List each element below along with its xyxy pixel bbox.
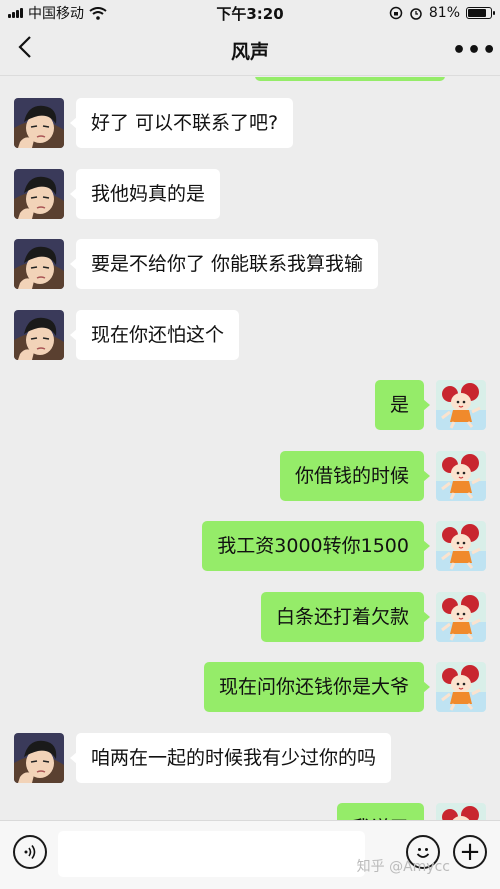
my-avatar[interactable] — [436, 803, 486, 820]
watermark: 知乎 @Amycc — [356, 859, 450, 875]
contact-avatar[interactable] — [14, 732, 64, 783]
status-left: 中国移动 — [8, 3, 188, 23]
sent-bubble[interactable]: 我说了 — [336, 803, 424, 820]
more-dots-icon: ••• — [451, 38, 498, 63]
chat-title: 风声 — [230, 41, 269, 63]
chevron-left-icon — [18, 36, 31, 58]
sent-bubble[interactable]: 现在问你还钱你是大爷 — [203, 662, 431, 712]
carrier-label: 中国移动 — [28, 6, 84, 22]
message-row: 你借钱的时候 — [0, 450, 500, 503]
contact-avatar[interactable] — [14, 168, 64, 219]
message-row: 咱两在一起的时候我有少过你的吗 — [0, 732, 500, 785]
chat-header: 风声 ••• — [0, 26, 500, 76]
message-row: 白条还打着欠款 — [0, 591, 500, 644]
previous-bubble-edge — [255, 77, 445, 81]
contact-avatar[interactable] — [14, 309, 64, 360]
contact-avatar[interactable] — [14, 239, 64, 289]
status-bar: 中国移动 下午3:20 81% — [0, 0, 500, 26]
received-bubble[interactable]: 我他妈真的是 — [69, 168, 221, 219]
message-input[interactable] — [58, 831, 365, 877]
sent-bubble[interactable]: 你借钱的时候 — [279, 450, 431, 501]
my-avatar[interactable] — [436, 662, 486, 712]
sent-bubble[interactable]: 我工资3000转你1500 — [202, 521, 430, 571]
battery-fill — [468, 9, 486, 17]
message-list[interactable]: 好了 可以不联系了吧? 我他妈真的是 要是不给你了 你能联系我算我输 现在你还怕… — [0, 77, 500, 820]
plus-icon: + — [459, 837, 481, 867]
message-row: 好了 可以不联系了吧? — [0, 98, 500, 150]
received-bubble[interactable]: 现在你还怕这个 — [69, 309, 240, 360]
battery-icon — [466, 7, 495, 19]
input-bar: + 知乎 @Amycc — [0, 820, 500, 889]
my-avatar[interactable] — [436, 380, 486, 430]
voice-button[interactable] — [13, 835, 47, 869]
my-avatar[interactable] — [436, 591, 486, 642]
message-row: 是 — [0, 380, 500, 432]
wifi-icon — [89, 6, 107, 20]
alarm-icon — [410, 8, 422, 20]
received-bubble[interactable]: 好了 可以不联系了吧? — [69, 98, 294, 148]
contact-avatar[interactable] — [14, 98, 64, 148]
my-avatar[interactable] — [436, 521, 486, 571]
sent-bubble[interactable]: 是 — [374, 380, 431, 430]
message-row: 我工资3000转你1500 — [0, 521, 500, 573]
status-time: 下午3:20 — [216, 4, 284, 23]
more-button[interactable]: ••• — [452, 38, 496, 63]
sent-bubble[interactable]: 白条还打着欠款 — [260, 591, 431, 642]
signal-icon — [8, 8, 23, 18]
received-bubble[interactable]: 咱两在一起的时候我有少过你的吗 — [69, 732, 392, 783]
battery-percent: 81% — [428, 5, 460, 21]
message-row: 现在问你还钱你是大爷 — [0, 662, 500, 714]
message-row: 要是不给你了 你能联系我算我输 — [0, 239, 500, 291]
my-avatar[interactable] — [436, 450, 486, 501]
received-bubble[interactable]: 要是不给你了 你能联系我算我输 — [69, 239, 379, 289]
rotation-lock-icon — [389, 6, 403, 20]
message-row: 我他妈真的是 — [0, 168, 500, 221]
plus-button[interactable]: + — [453, 835, 487, 869]
voice-icon — [24, 845, 36, 859]
status-right: 81% — [312, 5, 495, 21]
message-row: 我说了 — [0, 803, 500, 820]
back-button[interactable] — [18, 35, 48, 66]
message-row: 现在你还怕这个 — [0, 309, 500, 362]
